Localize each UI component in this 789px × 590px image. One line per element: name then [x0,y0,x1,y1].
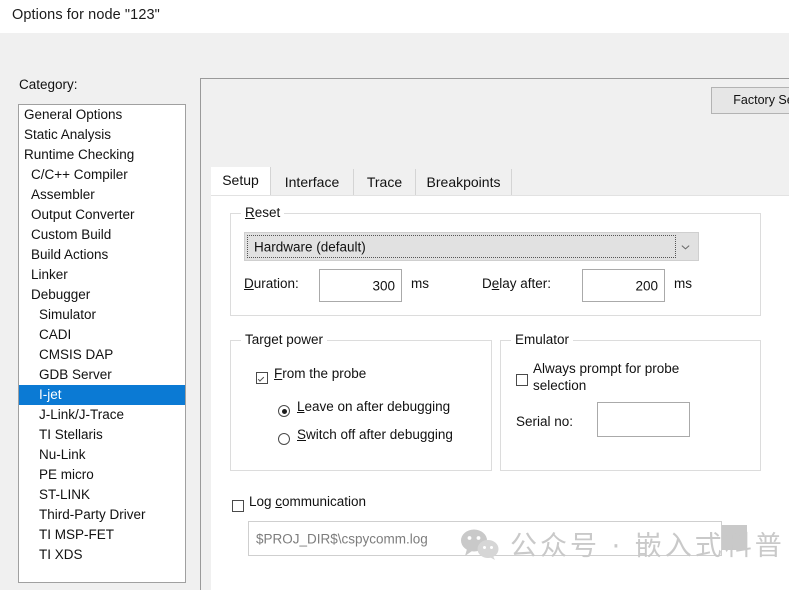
log-communication-checkbox[interactable] [232,500,244,512]
tab-setup[interactable]: Setup [211,167,271,196]
category-listbox[interactable]: General Options Static Analysis Runtime Ch… [18,104,186,583]
category-item[interactable]: GDB Server [19,365,185,385]
tab-interface[interactable]: Interface [271,169,354,195]
leave-on-after-debugging-label[interactable]: Leave on after debugging [297,399,450,414]
options-dialog: Options for node "123" Category: General… [0,0,789,590]
target-power-groupbox: Target power From the probe Leave on aft… [230,332,492,471]
category-item[interactable]: Simulator [19,305,185,325]
category-item[interactable]: Assembler [19,185,185,205]
category-item[interactable]: Output Converter [19,205,185,225]
category-item[interactable]: PE micro [19,465,185,485]
category-item[interactable]: J-Link/J-Trace [19,405,185,425]
reset-strategy-value: Hardware (default) [254,239,366,254]
reset-strategy-combobox[interactable]: Hardware (default) [244,232,699,261]
switch-off-after-debugging-label[interactable]: Switch off after debugging [297,427,453,442]
target-power-group-title: Target power [241,332,328,347]
duration-label: Duration: [244,276,299,291]
log-communication-label[interactable]: Log communication [249,494,366,509]
category-item[interactable]: CMSIS DAP [19,345,185,365]
tab-breakpoints[interactable]: Breakpoints [416,169,512,195]
category-item[interactable]: ST-LINK [19,485,185,505]
delay-after-unit: ms [674,276,692,291]
category-item[interactable]: Static Analysis [19,125,185,145]
always-prompt-checkbox[interactable] [516,374,528,386]
reset-strategy-combobox-inner: Hardware (default) [247,235,676,258]
from-the-probe-checkbox[interactable] [256,372,268,384]
factory-settings-button[interactable]: Factory Se [711,87,789,114]
category-item[interactable]: Runtime Checking [19,145,185,165]
delay-after-input[interactable]: 200 [582,269,665,302]
log-path-value: $PROJ_DIR$\cspycomm.log [256,531,428,546]
delay-after-value: 200 [635,278,658,293]
switch-off-after-debugging-radio[interactable] [278,433,290,445]
chevron-down-icon [681,244,690,250]
serial-no-input[interactable] [597,402,690,437]
tab-strip: Setup Interface Trace Breakpoints [211,167,789,196]
duration-input[interactable]: 300 [319,269,402,302]
category-item[interactable]: Linker [19,265,185,285]
from-the-probe-label[interactable]: From the probe [274,366,366,381]
category-item[interactable]: C/C++ Compiler [19,165,185,185]
log-path-input[interactable]: $PROJ_DIR$\cspycomm.log [248,521,722,556]
reset-group-title: Reset [241,205,285,220]
category-item[interactable]: General Options [19,105,185,125]
setup-tab-pane: Reset Hardware (default) Duration: 300 m… [211,195,789,590]
category-item[interactable]: Build Actions [19,245,185,265]
dialog-titlebar: Options for node "123" [0,0,789,33]
leave-on-after-debugging-radio[interactable] [278,405,290,417]
category-item[interactable]: Third-Party Driver [19,505,185,525]
duration-value: 300 [372,278,395,293]
category-item[interactable]: TI MSP-FET [19,525,185,545]
category-item[interactable]: Custom Build [19,225,185,245]
log-path-browse-button[interactable] [722,525,747,550]
emulator-groupbox: Emulator Always prompt for probe selecti… [500,332,761,471]
category-item[interactable]: I-jet [19,385,185,405]
always-prompt-label[interactable]: Always prompt for probe selection [533,360,723,394]
serial-no-label: Serial no: [516,414,574,429]
category-label: Category: [19,77,78,92]
category-item[interactable]: Nu-Link [19,445,185,465]
category-item[interactable]: Debugger [19,285,185,305]
delay-after-label: Delay after: [482,276,552,291]
tab-trace[interactable]: Trace [354,169,416,195]
category-item[interactable]: TI Stellaris [19,425,185,445]
reset-groupbox: Reset Hardware (default) Duration: 300 m… [230,205,761,316]
dialog-title: Options for node "123" [12,7,160,23]
emulator-group-title: Emulator [511,332,574,347]
duration-unit: ms [411,276,429,291]
category-item[interactable]: CADI [19,325,185,345]
category-item[interactable]: TI XDS [19,545,185,565]
